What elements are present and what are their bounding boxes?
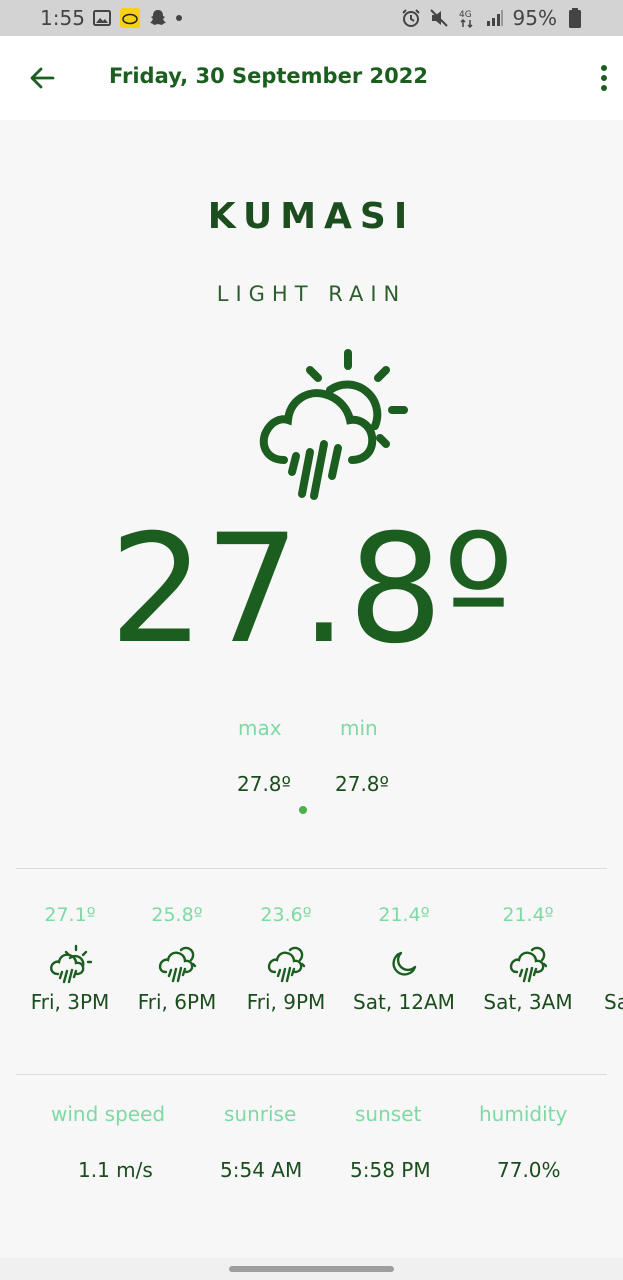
cloud-rain-icon [155,942,199,986]
hourly-time: Fri, 6PM [137,990,217,1014]
current-temperature: 27.8º [109,503,514,677]
home-indicator[interactable] [229,1266,394,1272]
hourly-item[interactable]: 27.1º Fri, 3PM [14,900,126,1014]
hourly-time: Sat, 3AM [483,990,573,1014]
hourly-temp: 25.8º [151,904,203,926]
status-icons-left [92,7,182,29]
more-vert-icon-dot [601,65,607,71]
arrow-left-icon [30,67,55,89]
hourly-item[interactable]: 23.6º Fri, 9PM [234,900,338,1014]
max-label: max [238,716,282,740]
4g-icon: 4G [457,8,477,28]
moon-icon [382,942,426,986]
app-bar: Friday, 30 September 2022 [0,36,623,120]
hourly-temp: 23.6º [260,904,312,926]
hourly-item[interactable]: 25.8º Fri, 6PM [126,900,228,1014]
cloud-rain-icon [264,942,308,986]
weather-icon-partial [604,942,623,986]
hourly-item[interactable]: 21.4º Sat, 12AM [346,900,462,1014]
sunset-value: 5:58 PM [350,1158,431,1182]
sun-cloud-rain-icon [259,349,408,500]
hourly-time: Sa [604,990,623,1014]
weather-condition: LIGHT RAIN [216,282,407,306]
status-time: 1:55 [40,6,85,30]
humidity-label: humidity [479,1102,568,1126]
hourly-item[interactable]: 21.4º Sat, 3AM [472,900,584,1014]
hourly-temp: 21.4º [378,904,430,926]
page-indicator-dot[interactable] [299,806,307,814]
battery-icon [565,8,585,28]
more-vert-icon-dot [601,85,607,91]
page-title: Friday, 30 September 2022 [109,64,428,88]
min-value: 27.8º [335,772,389,796]
wind-speed-label: wind speed [51,1102,166,1126]
max-value: 27.8º [237,772,291,796]
image-icon [92,8,112,28]
hourly-forecast-list[interactable]: 27.1º Fri, 3PM 25.8º Fri, 6PM 23.6º Fri,… [0,900,623,1040]
status-bar: 1:55 4G 95% [0,0,623,36]
svg-text:4G: 4G [459,10,472,20]
notification-dot-icon [176,15,182,21]
sunrise-label: sunrise [224,1102,297,1126]
sunset-label: sunset [355,1102,422,1126]
alarm-icon [401,8,421,28]
status-icons-right: 4G 95% [401,6,585,30]
hourly-temp: 21.4º [502,904,554,926]
hourly-time: Fri, 3PM [30,990,110,1014]
snapchat-icon [148,8,168,28]
hourly-time: Fri, 9PM [246,990,326,1014]
city-name: KUMASI [207,196,416,237]
mtn-app-icon [120,8,140,28]
more-options-button[interactable] [595,62,613,94]
sun-cloud-rain-icon [48,942,92,986]
hourly-time: Sat, 12AM [353,990,455,1014]
divider [16,868,607,869]
more-vert-icon-dot [601,75,607,81]
wind-speed-value: 1.1 m/s [78,1158,153,1182]
back-button[interactable] [26,62,58,94]
signal-icon [485,8,505,28]
hourly-item[interactable]: Sa [604,900,623,1014]
cloud-rain-icon [506,942,550,986]
sunrise-value: 5:54 AM [220,1158,303,1182]
hourly-temp: 27.1º [44,904,96,926]
mute-icon [429,8,449,28]
battery-percent: 95% [512,6,557,30]
humidity-value: 77.0% [497,1158,561,1182]
divider [16,1074,607,1075]
min-label: min [340,716,378,740]
